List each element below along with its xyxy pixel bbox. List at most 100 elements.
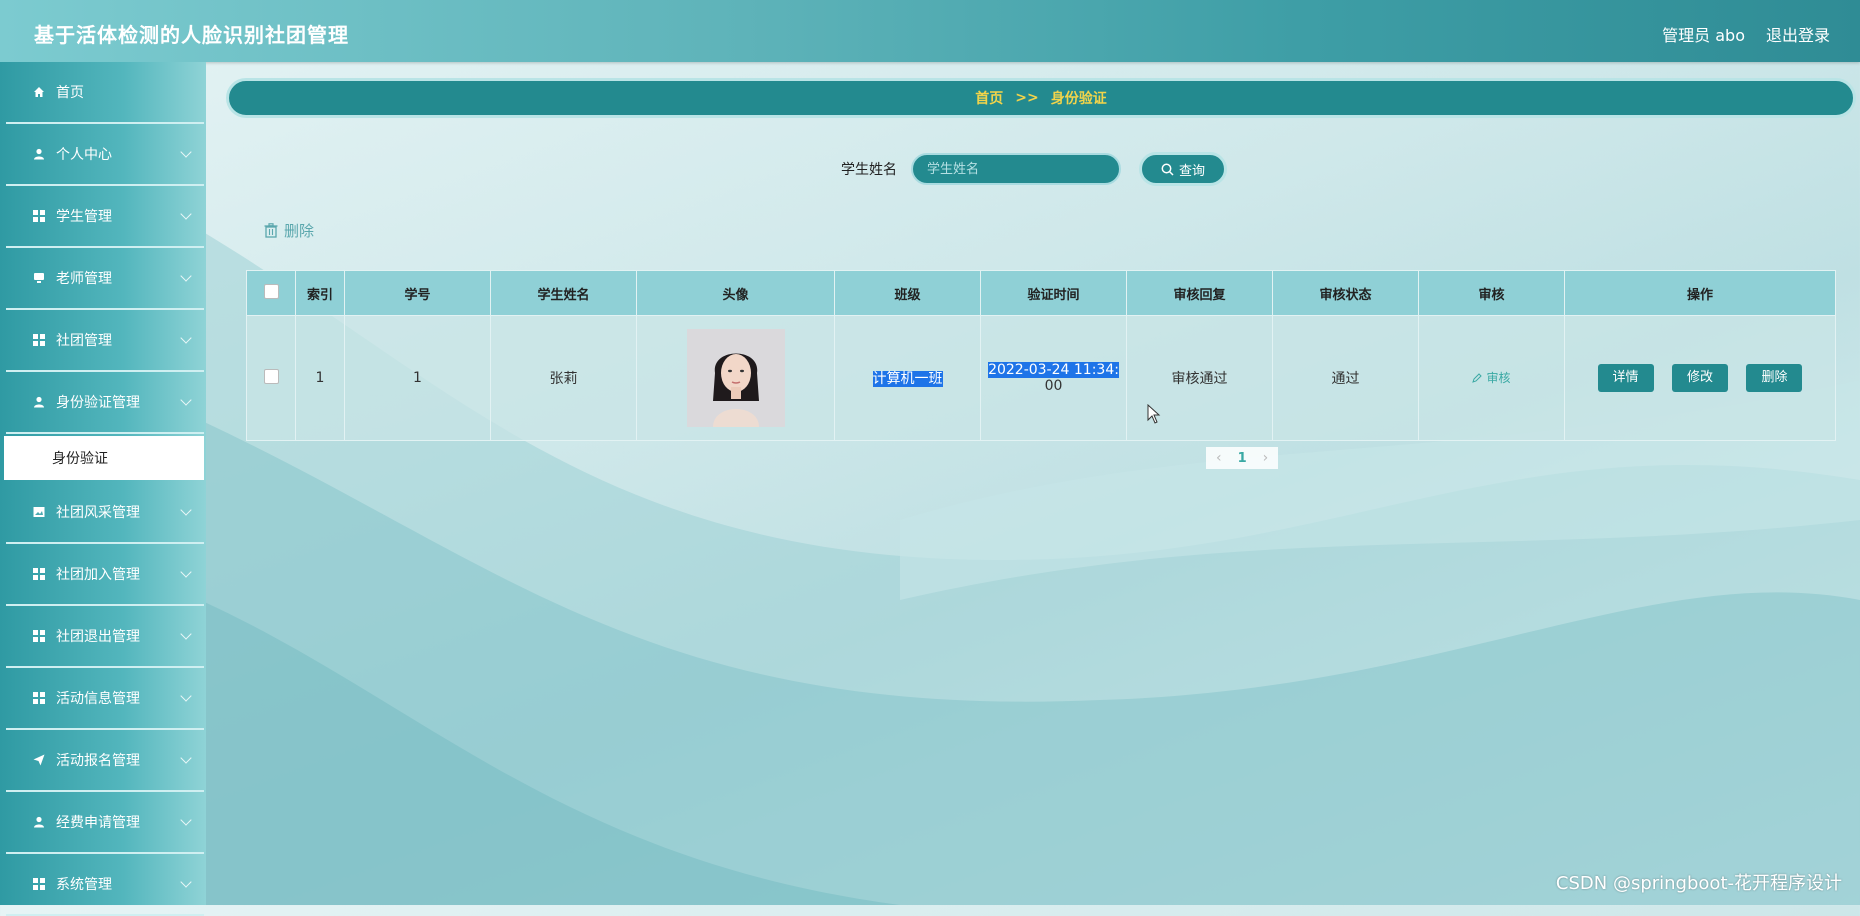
sidebar-item-label: 社团管理 <box>56 333 112 349</box>
sidebar-item-club-style-management[interactable]: 社团风采管理 <box>6 482 204 544</box>
sidebar-item-funding-application-management[interactable]: 经费申请管理 <box>6 792 204 854</box>
grid-icon <box>32 209 46 223</box>
chevron-down-icon <box>180 752 192 764</box>
sidebar-item-student-management[interactable]: 学生管理 <box>6 186 204 248</box>
cell-audit: 审核 <box>1418 315 1565 441</box>
search-icon <box>1161 163 1174 176</box>
cell-student-name: 张莉 <box>490 315 637 441</box>
audit-link-label: 审核 <box>1486 371 1511 386</box>
column-header-student-name: 学生姓名 <box>490 270 637 316</box>
chevron-down-icon <box>180 146 192 158</box>
grid-icon <box>32 691 46 705</box>
verify-time-text: 2022-03-24 11:34: <box>988 362 1119 378</box>
column-header-status: 审核状态 <box>1272 270 1419 316</box>
column-header-class: 班级 <box>834 270 981 316</box>
sidebar-item-label: 活动信息管理 <box>56 691 140 707</box>
batch-delete-button[interactable]: 删除 <box>264 220 314 241</box>
chevron-down-icon <box>180 270 192 282</box>
sidebar-item-personal-center[interactable]: 个人中心 <box>6 124 204 186</box>
sidebar-item-club-management[interactable]: 社团管理 <box>6 310 204 372</box>
select-all-checkbox[interactable] <box>263 283 279 299</box>
image-icon <box>32 505 46 519</box>
student-avatar-photo[interactable] <box>686 329 785 427</box>
chevron-down-icon <box>180 566 192 578</box>
verify-time-text-wrap: 00 <box>1044 378 1063 394</box>
edit-button[interactable]: 修改 <box>1672 364 1728 392</box>
admin-label: 管理员 abo <box>1662 26 1745 45</box>
cell-avatar <box>636 315 835 441</box>
sidebar-item-label: 学生管理 <box>56 209 112 225</box>
cell-index: 1 <box>295 315 345 441</box>
grid-icon <box>32 877 46 891</box>
app-title: 基于活体检测的人脸识别社团管理 <box>34 23 349 47</box>
column-header-index: 索引 <box>295 270 345 316</box>
user-icon <box>32 395 46 409</box>
sidebar-item-label: 社团加入管理 <box>56 567 140 583</box>
column-header-avatar: 头像 <box>636 270 835 316</box>
page-number[interactable]: 1 <box>1238 451 1247 466</box>
home-icon <box>32 85 46 99</box>
chevron-down-icon <box>180 690 192 702</box>
audit-link[interactable]: 审核 <box>1472 369 1511 386</box>
breadcrumb-home[interactable]: 首页 <box>975 88 1003 108</box>
search-row: 学生姓名 查询 <box>841 152 1227 186</box>
send-icon <box>32 753 46 767</box>
sidebar-item-activity-info-management[interactable]: 活动信息管理 <box>6 668 204 730</box>
search-label: 学生姓名 <box>841 162 897 178</box>
sidebar-item-club-exit-management[interactable]: 社团退出管理 <box>6 606 204 668</box>
chevron-down-icon <box>180 394 192 406</box>
sidebar-item-label: 系统管理 <box>56 877 112 893</box>
sidebar-item-system-management[interactable]: 系统管理 <box>6 854 204 916</box>
sidebar-item-label: 老师管理 <box>56 271 112 287</box>
chevron-down-icon <box>180 332 192 344</box>
sidebar-item-label: 经费申请管理 <box>56 815 140 831</box>
cell-student-id: 1 <box>344 315 491 441</box>
sidebar-item-activity-signup-management[interactable]: 活动报名管理 <box>6 730 204 792</box>
row-select-cell <box>246 315 296 441</box>
row-checkbox[interactable] <box>263 368 279 384</box>
trash-icon <box>264 223 278 238</box>
column-header-actions: 操作 <box>1564 270 1836 316</box>
chevron-down-icon <box>180 208 192 220</box>
sidebar-item-label: 社团退出管理 <box>56 629 140 645</box>
cell-class: 计算机一班 <box>834 315 981 441</box>
delete-button[interactable]: 删除 <box>1746 364 1803 392</box>
chevron-down-icon <box>180 628 192 640</box>
breadcrumb-current: 身份验证 <box>1050 91 1107 107</box>
class-text: 计算机一班 <box>872 371 943 387</box>
logout-link[interactable]: 退出登录 <box>1766 22 1830 46</box>
sidebar-item-label: 首页 <box>56 85 84 101</box>
grid-icon <box>32 333 46 347</box>
next-page-button[interactable]: › <box>1263 450 1269 466</box>
sidebar-item-teacher-management[interactable]: 老师管理 <box>6 248 204 310</box>
cell-verify-time: 2022-03-24 11:34: 00 <box>980 315 1127 441</box>
sidebar-item-identity-verification-management[interactable]: 身份验证管理 <box>6 372 204 434</box>
sidebar: 首页 个人中心 学生管理 老师管理 社团管理 身份验证管理 身份验证 社团风采管… <box>0 62 206 916</box>
top-bar: 基于活体检测的人脸识别社团管理 管理员 abo 退出登录 <box>0 0 1860 62</box>
breadcrumb: 首页 >> 身份验证 <box>226 78 1856 118</box>
cell-actions: 详情 修改 删除 <box>1564 315 1836 441</box>
prev-page-button[interactable]: ‹ <box>1216 450 1222 466</box>
chevron-down-icon <box>180 876 192 888</box>
student-name-search-input[interactable] <box>911 153 1121 185</box>
batch-delete-label: 删除 <box>284 222 315 240</box>
user-icon <box>32 815 46 829</box>
search-button[interactable]: 查询 <box>1139 152 1227 186</box>
column-header-verify-time: 验证时间 <box>980 270 1127 316</box>
chevron-down-icon <box>180 814 192 826</box>
sidebar-item-label: 活动报名管理 <box>56 753 140 769</box>
select-all-header <box>246 270 296 316</box>
sidebar-item-home[interactable]: 首页 <box>6 62 204 124</box>
column-header-audit: 审核 <box>1418 270 1565 316</box>
verification-table: 索引 学号 学生姓名 头像 班级 验证时间 审核回复 审核状态 审核 操作 1 … <box>246 270 1836 441</box>
detail-button[interactable]: 详情 <box>1597 364 1654 392</box>
table-row: 1 1 张莉 计算机一班 2022-03-24 11:34: 00 审核通过 通… <box>246 315 1836 441</box>
mouse-cursor-icon <box>1147 404 1161 424</box>
sidebar-item-label: 社团风采管理 <box>56 505 140 521</box>
grid-icon <box>32 629 46 643</box>
sidebar-subitem-identity-verification[interactable]: 身份验证 <box>4 436 204 480</box>
sidebar-item-club-join-management[interactable]: 社团加入管理 <box>6 544 204 606</box>
sidebar-item-label: 身份验证管理 <box>56 395 140 411</box>
pagination: ‹ 1 › <box>1206 447 1279 469</box>
column-header-reply: 审核回复 <box>1126 270 1273 316</box>
